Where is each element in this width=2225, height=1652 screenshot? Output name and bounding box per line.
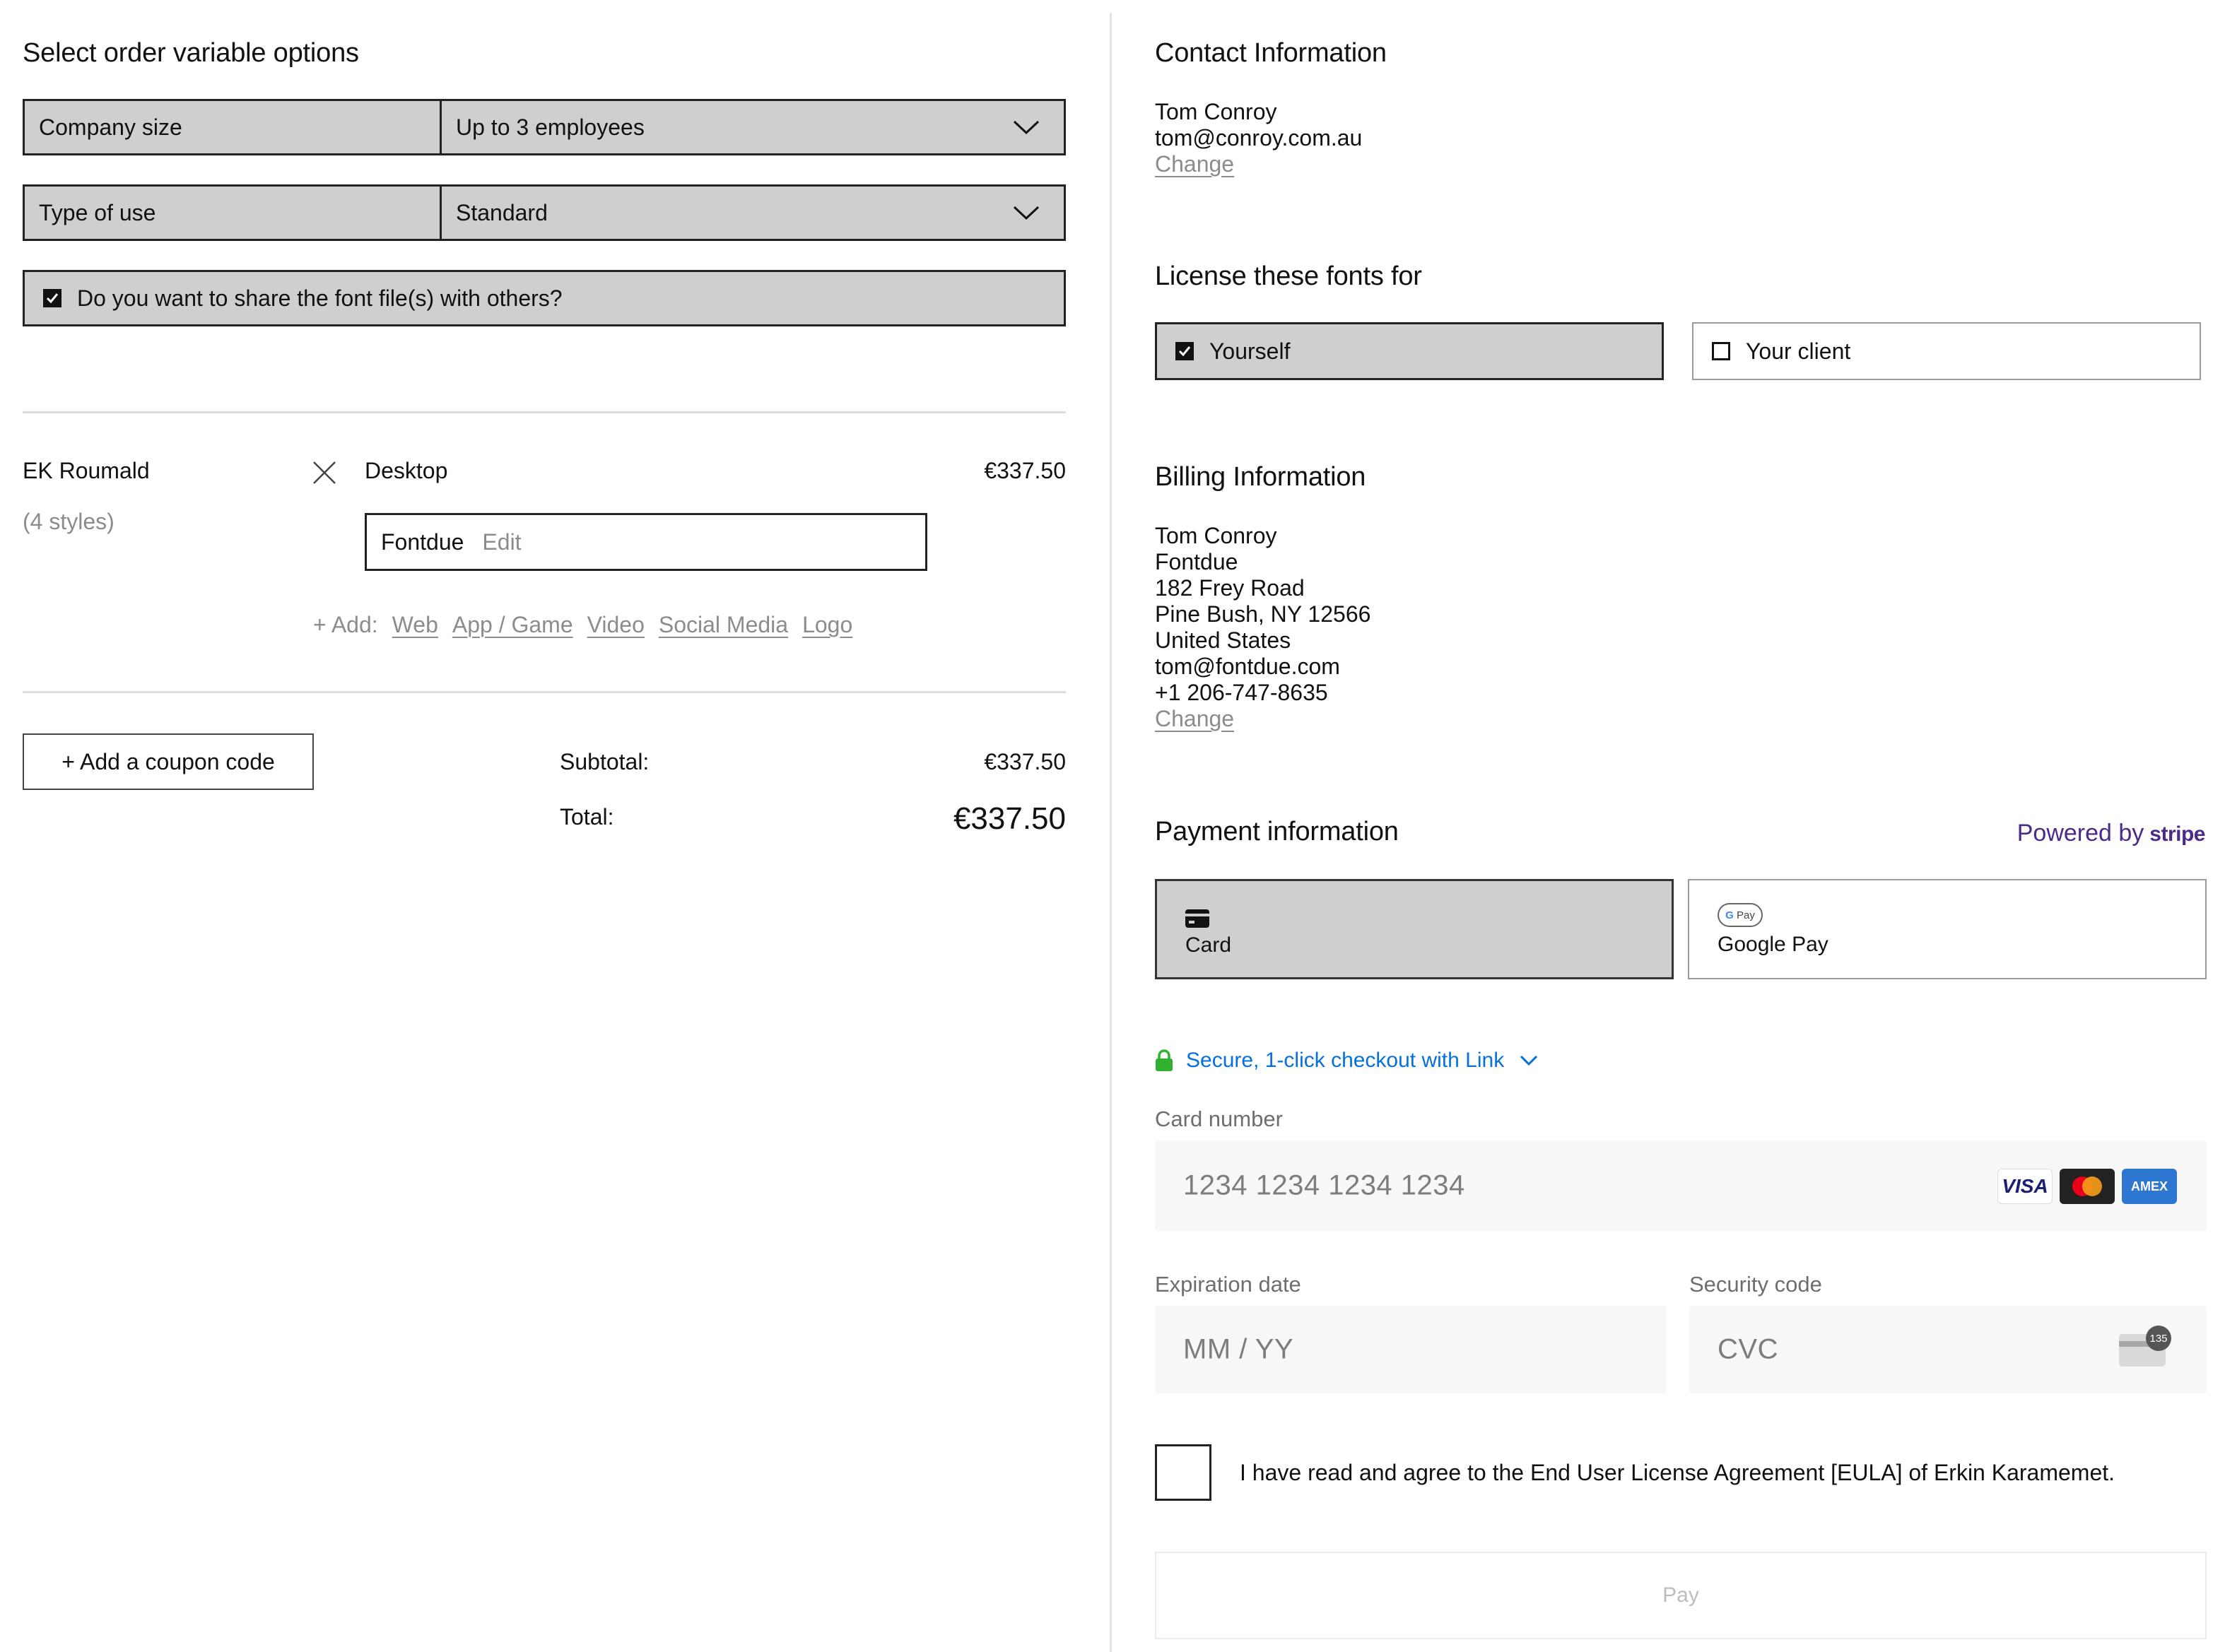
billing-line: tom@fontdue.com	[1155, 654, 1340, 679]
total-value: €337.50	[953, 801, 1066, 836]
licensee-box: Fontdue Edit	[365, 513, 927, 571]
company-size-select[interactable]: Up to 3 employees	[442, 101, 1064, 153]
add-social-media-license-link[interactable]: Social Media	[659, 612, 788, 638]
billing-line: United States	[1155, 627, 1291, 653]
column-divider	[1110, 13, 1112, 1652]
billing-line: Fontdue	[1155, 549, 1238, 574]
security-code-label: Security code	[1689, 1272, 1822, 1297]
divider	[23, 691, 1066, 693]
cvc-badge: 135	[2146, 1326, 2171, 1351]
billing-title: Billing Information	[1155, 462, 1366, 492]
license-type: Desktop	[365, 458, 448, 483]
stripe-logo: stripe	[2149, 822, 2205, 846]
powered-by-label: Powered by	[2016, 820, 2144, 846]
contact-email: tom@conroy.com.au	[1155, 125, 1363, 151]
lock-icon	[1156, 1049, 1173, 1071]
checkbox-empty-icon	[1712, 342, 1730, 360]
chevron-down-icon	[1520, 1055, 1538, 1066]
pay-button[interactable]: Pay	[1155, 1552, 2207, 1639]
card-number-input[interactable]: 1234 1234 1234 1234 VISA AMEX	[1155, 1140, 2207, 1231]
item-price: €337.50	[984, 458, 1066, 483]
visa-icon: VISA	[1997, 1169, 2053, 1204]
total-label: Total:	[560, 804, 614, 830]
add-web-license-link[interactable]: Web	[392, 612, 438, 638]
eula-checkbox[interactable]	[1155, 1444, 1211, 1501]
company-size-row: Company size Up to 3 employees	[23, 99, 1066, 155]
billing-line: 182 Frey Road	[1155, 575, 1305, 601]
checkbox-checked-icon	[43, 289, 61, 307]
powered-by-stripe: Powered by stripe	[2016, 820, 2206, 847]
add-app-game-license-link[interactable]: App / Game	[452, 612, 573, 638]
cvc-input[interactable]: CVC 135	[1689, 1306, 2207, 1393]
expiry-placeholder: MM / YY	[1183, 1333, 1294, 1365]
expiry-input[interactable]: MM / YY	[1155, 1306, 1667, 1393]
share-files-label: Do you want to share the font file(s) wi…	[77, 285, 563, 311]
add-logo-license-link[interactable]: Logo	[802, 612, 852, 638]
licensee-name: Fontdue	[381, 529, 464, 555]
billing-line: Tom Conroy	[1155, 523, 1277, 548]
card-method-label: Card	[1185, 933, 1232, 957]
company-size-value: Up to 3 employees	[456, 114, 645, 140]
license-for-client-option[interactable]: Your client	[1692, 322, 2201, 380]
share-files-checkbox-row[interactable]: Do you want to share the font file(s) wi…	[23, 270, 1066, 326]
contact-block: Tom Conroy tom@conroy.com.au Change	[1155, 99, 1362, 177]
card-number-label: Card number	[1155, 1107, 1283, 1131]
type-of-use-label: Type of use	[25, 187, 442, 239]
add-license-prefix: + Add:	[313, 612, 378, 637]
card-number-placeholder: 1234 1234 1234 1234	[1183, 1169, 1465, 1201]
chevron-down-icon	[1013, 120, 1040, 135]
add-license-row: + Add: Web App / Game Video Social Media…	[313, 612, 852, 638]
billing-change-link[interactable]: Change	[1155, 706, 1234, 732]
remove-item-icon[interactable]	[312, 460, 337, 485]
billing-block: Tom Conroy Fontdue 182 Frey Road Pine Bu…	[1155, 523, 1370, 732]
eula-label: I have read and agree to the End User Li…	[1240, 1460, 2115, 1485]
payment-method-card[interactable]: Card	[1155, 879, 1674, 979]
cvc-card-icon: 135	[2119, 1326, 2171, 1367]
subtotal-label: Subtotal:	[560, 749, 650, 774]
type-of-use-value: Standard	[456, 199, 548, 225]
mastercard-icon	[2060, 1169, 2115, 1204]
font-name: EK Roumald	[23, 458, 150, 483]
contact-name: Tom Conroy	[1155, 99, 1277, 124]
yourself-label: Yourself	[1209, 338, 1291, 364]
link-checkout-text: Secure, 1-click checkout with Link	[1186, 1049, 1505, 1072]
link-checkout-toggle[interactable]: Secure, 1-click checkout with Link	[1155, 1049, 1538, 1073]
google-pay-method-label: Google Pay	[1718, 933, 1828, 956]
payment-method-google-pay[interactable]: G Pay Google Pay	[1688, 879, 2207, 979]
billing-line: +1 206-747-8635	[1155, 680, 1328, 705]
payment-title: Payment information	[1155, 817, 1399, 846]
credit-card-icon	[1185, 909, 1209, 928]
google-pay-icon: G Pay	[1718, 903, 1763, 927]
license-for-yourself-option[interactable]: Yourself	[1155, 322, 1664, 380]
type-of-use-select[interactable]: Standard	[442, 187, 1064, 239]
billing-line: Pine Bush, NY 12566	[1155, 601, 1371, 627]
type-of-use-row: Type of use Standard	[23, 184, 1066, 241]
divider	[23, 411, 1066, 413]
amex-icon: AMEX	[2122, 1169, 2177, 1204]
checkbox-checked-icon	[1175, 342, 1194, 360]
order-options-title: Select order variable options	[23, 38, 359, 68]
subtotal-value: €337.50	[984, 749, 1066, 774]
chevron-down-icon	[1013, 206, 1040, 220]
contact-title: Contact Information	[1155, 38, 1387, 68]
add-video-license-link[interactable]: Video	[587, 612, 645, 638]
expiry-label: Expiration date	[1155, 1272, 1301, 1297]
font-styles-count: (4 styles)	[23, 509, 115, 534]
contact-change-link[interactable]: Change	[1155, 151, 1234, 177]
add-coupon-button[interactable]: + Add a coupon code	[23, 733, 314, 790]
cvc-placeholder: CVC	[1718, 1333, 1778, 1365]
edit-licensee-link[interactable]: Edit	[482, 529, 521, 555]
license-for-title: License these fonts for	[1155, 261, 1422, 291]
company-size-label: Company size	[25, 101, 442, 153]
your-client-label: Your client	[1746, 338, 1851, 364]
